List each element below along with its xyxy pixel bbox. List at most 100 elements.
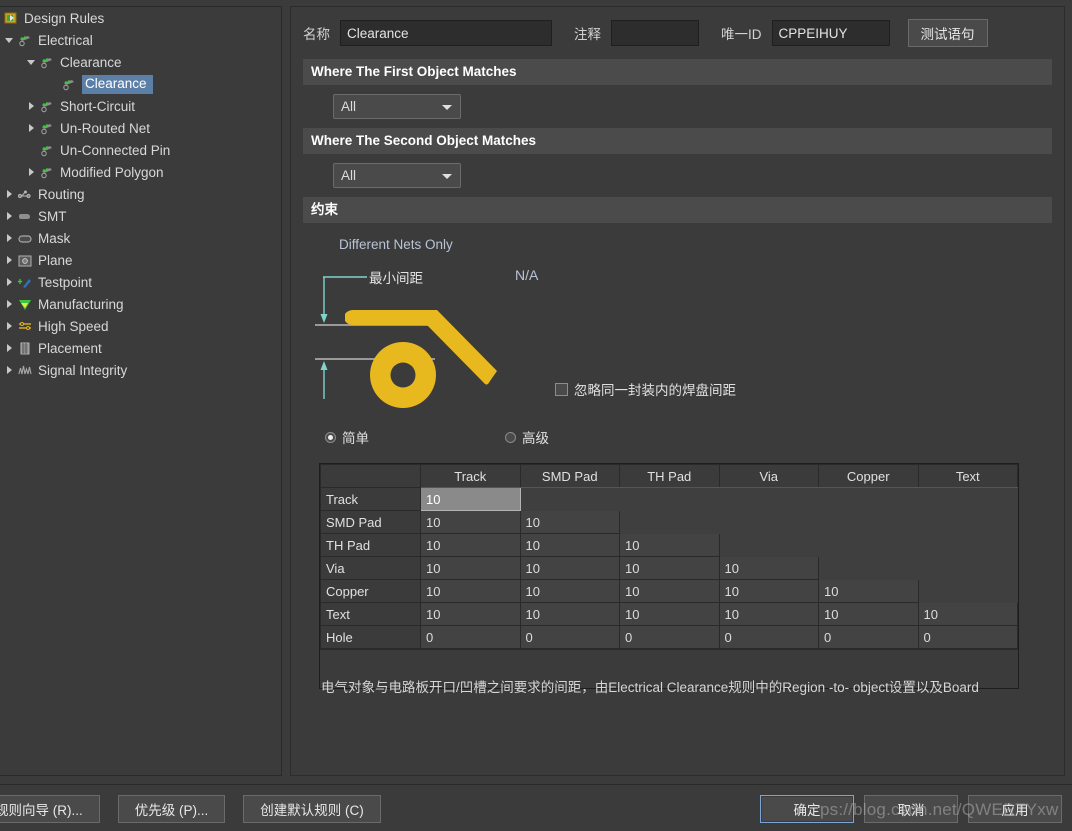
tree-item-electrical[interactable]: Electrical (0, 29, 281, 51)
design-rules-tree[interactable]: Design Rules Electrical Clearance Clearanc… (0, 6, 282, 776)
matrix-value-cell[interactable]: 10 (420, 487, 521, 511)
matrix-value-cell[interactable]: 0 (718, 625, 819, 649)
matrix-column-header: Track (420, 464, 521, 488)
twisty-collapsed-icon[interactable] (2, 275, 16, 289)
ignore-pad-clearance-label: 忽略同一封装内的焊盘间距 (574, 383, 736, 398)
tree-item-high-speed[interactable]: High Speed (0, 315, 281, 337)
twisty-collapsed-icon[interactable] (2, 209, 16, 223)
twisty-expanded-icon[interactable] (2, 33, 16, 47)
first-object-scope-dropdown[interactable]: All (333, 94, 461, 119)
matrix-value-cell[interactable]: 10 (519, 556, 620, 580)
matrix-value-cell[interactable]: 10 (619, 556, 720, 580)
ignore-pad-clearance-row[interactable]: 忽略同一封装内的焊盘间距 (555, 379, 736, 399)
comment-label: 注释 (574, 27, 601, 42)
matrix-value-cell[interactable]: 10 (519, 533, 620, 557)
matrix-value-cell[interactable]: 0 (917, 625, 1018, 649)
create-default-rules-button[interactable]: 创建默认规则 (C) (243, 795, 381, 823)
second-object-scope-value: All (341, 168, 357, 183)
matrix-value-cell[interactable]: 10 (420, 602, 521, 626)
mode-simple-radio[interactable]: 简单 (325, 427, 369, 447)
tree-item-mask[interactable]: Mask (0, 227, 281, 249)
matrix-blank-cell (818, 510, 919, 534)
tree-item-un-connected-pin[interactable]: Un-Connected Pin (0, 139, 281, 161)
matrix-blank-cell (818, 487, 919, 511)
clearance-matrix-container[interactable]: Track SMD Pad TH Pad Via Copper Text Track 10 S… (319, 463, 1019, 689)
rule-unique-id-input[interactable] (771, 20, 890, 46)
matrix-value-cell[interactable]: 10 (718, 579, 819, 603)
twisty-collapsed-icon[interactable] (2, 363, 16, 377)
cancel-button[interactable]: 取消 (864, 795, 958, 823)
tree-item-plane[interactable]: Plane (0, 249, 281, 271)
twisty-collapsed-icon[interactable] (24, 165, 38, 179)
matrix-value-cell[interactable]: 0 (420, 625, 521, 649)
twisty-expanded-icon[interactable] (24, 55, 38, 69)
tree-item-un-routed-net[interactable]: Un-Routed Net (0, 117, 281, 139)
rule-editor-panel: 名称 注释 唯一ID 测试语句 Where The First Object M… (290, 6, 1065, 776)
matrix-value-cell[interactable]: 10 (818, 602, 919, 626)
tree-item-routing[interactable]: Routing (0, 183, 281, 205)
tree-item-placement[interactable]: Placement (0, 337, 281, 359)
matrix-value-cell[interactable]: 10 (519, 602, 620, 626)
mode-advanced-radio[interactable]: 高级 (505, 427, 549, 447)
matrix-value-cell[interactable]: 10 (420, 533, 521, 557)
tree-item-smt[interactable]: SMT (0, 205, 281, 227)
apply-button[interactable]: 应用 (968, 795, 1062, 823)
twisty-collapsed-icon[interactable] (2, 187, 16, 201)
rule-comment-input[interactable] (611, 20, 699, 46)
ok-button[interactable]: 确定 (760, 795, 854, 823)
matrix-value-cell[interactable]: 10 (420, 556, 521, 580)
matrix-value-cell[interactable]: 10 (718, 602, 819, 626)
rule-header-row: 名称 注释 唯一ID 测试语句 (291, 7, 1064, 59)
twisty-collapsed-icon[interactable] (2, 341, 16, 355)
tree-item-modified-polygon[interactable]: Modified Polygon (0, 161, 281, 183)
matrix-value-cell[interactable]: 10 (818, 579, 919, 603)
second-object-scope-dropdown[interactable]: All (333, 163, 461, 188)
matrix-value-cell[interactable]: 10 (420, 579, 521, 603)
matrix-value-cell[interactable]: 0 (619, 625, 720, 649)
matrix-value-cell[interactable]: 0 (519, 625, 620, 649)
tree-item-clearance[interactable]: Clearance (0, 51, 281, 73)
tree-item-short-circuit[interactable]: Short-Circuit (0, 95, 281, 117)
tree-item-label: Clearance (60, 54, 122, 70)
tree-item-testpoint[interactable]: Testpoint (0, 271, 281, 293)
matrix-blank-cell (619, 510, 720, 534)
tree-item-signal-integrity[interactable]: Signal Integrity (0, 359, 281, 381)
rule-wizard-button[interactable]: 规则向导 (R)... (0, 795, 100, 823)
tree-item-label: Un-Routed Net (60, 120, 151, 136)
matrix-row: SMD Pad 10 10 (320, 510, 1018, 534)
clearance-matrix[interactable]: Track SMD Pad TH Pad Via Copper Text Track 10 S… (320, 464, 1018, 649)
matrix-blank-cell (718, 533, 819, 557)
design-rules-dialog: Design Rules Electrical Clearance Clearanc… (0, 0, 1072, 831)
matrix-value-cell[interactable]: 10 (519, 579, 620, 603)
tree-item-label: Mask (38, 230, 71, 246)
twisty-collapsed-icon[interactable] (2, 319, 16, 333)
priorities-button[interactable]: 优先级 (P)... (117, 795, 226, 823)
matrix-value-cell[interactable]: 10 (519, 510, 620, 534)
matrix-value-cell[interactable]: 10 (619, 533, 720, 557)
rule-name-input[interactable] (340, 20, 552, 46)
matrix-value-cell[interactable]: 10 (619, 579, 720, 603)
twisty-collapsed-icon[interactable] (2, 231, 16, 245)
twisty-placeholder (46, 77, 60, 91)
routing-icon (16, 186, 34, 202)
tree-root-design-rules[interactable]: Design Rules (0, 7, 281, 29)
radio-on-icon (325, 431, 336, 443)
tree-item-clearance[interactable]: Clearance (0, 73, 281, 95)
constraint-section-header: 约束 (303, 197, 1052, 223)
rule-icon (60, 76, 78, 92)
matrix-value-cell[interactable]: 0 (818, 625, 919, 649)
twisty-collapsed-icon[interactable] (2, 253, 16, 267)
matrix-corner-cell (320, 464, 421, 488)
twisty-collapsed-icon[interactable] (24, 99, 38, 113)
matrix-row-header: Text (320, 602, 421, 626)
matrix-value-cell[interactable]: 10 (420, 510, 521, 534)
tree-item-manufacturing[interactable]: Manufacturing (0, 293, 281, 315)
ignore-pad-clearance-checkbox[interactable] (555, 382, 568, 396)
twisty-collapsed-icon[interactable] (24, 121, 38, 135)
matrix-value-cell[interactable]: 10 (718, 556, 819, 580)
matrix-value-cell[interactable]: 10 (619, 602, 720, 626)
test-statement-button[interactable]: 测试语句 (907, 19, 988, 47)
unique-id-label: 唯一ID (721, 27, 762, 42)
matrix-value-cell[interactable]: 10 (917, 602, 1018, 626)
twisty-collapsed-icon[interactable] (2, 297, 16, 311)
